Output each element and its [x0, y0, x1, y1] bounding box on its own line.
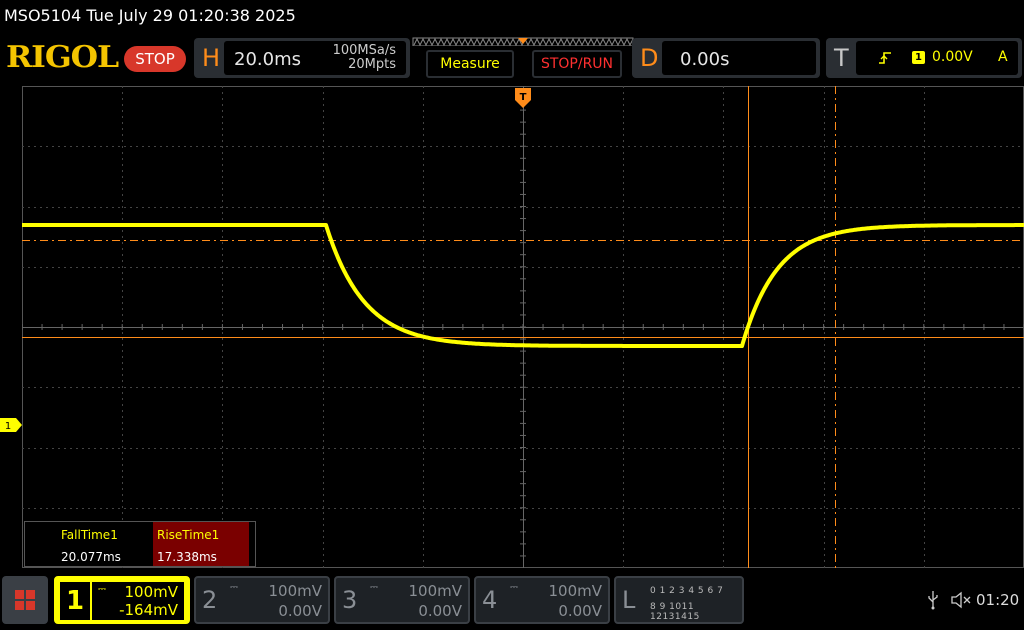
fall-time-label: FallTime1 — [61, 528, 118, 542]
rise-time-result: RiseTime1 17.338ms — [153, 522, 249, 566]
ch1-marker-label: 1 — [5, 421, 11, 432]
dc-coupling-icon: ⎓ — [370, 582, 378, 593]
delay-readout: 0.00s — [662, 41, 816, 75]
channel-4-number: 4 — [482, 586, 498, 614]
speaker-muted-icon[interactable] — [950, 590, 972, 610]
horizontal-label: H — [202, 44, 221, 72]
memory-position-strip — [412, 37, 634, 46]
logic-bits-row1: 0 1 2 3 4 5 6 7 — [650, 586, 724, 596]
status-bar: RIGOL STOP H 20.0ms 100MSa/s 20Mpts Meas… — [0, 36, 1024, 80]
channel-2-box[interactable]: 2 ⎓ 100mV 0.00V — [194, 576, 330, 624]
horizontal-panel[interactable]: H 20.0ms 100MSa/s 20Mpts — [194, 38, 410, 78]
clock: 01:20 — [976, 591, 1020, 609]
channel-1-box[interactable]: 1 ⎓ 100mV -164mV — [54, 576, 190, 624]
trigger-readout: 1 0.00V A — [856, 41, 1018, 75]
channel-4-scale: 100mV — [548, 582, 602, 600]
rising-edge-icon — [879, 52, 891, 64]
logic-bits-row2: 8 9 1011 12131415 — [650, 602, 700, 622]
timebase-value: 20.0ms — [234, 49, 301, 70]
channel-4-offset: 0.00V — [558, 602, 602, 620]
channel-1-offset: -164mV — [119, 601, 178, 619]
waveform-display[interactable] — [21, 85, 1024, 568]
trigger-level: 0.00V — [932, 49, 973, 65]
usb-icon — [928, 591, 938, 610]
measure-button[interactable]: Measure — [426, 50, 514, 78]
channel-4-box[interactable]: 4 ⎓ 100mV 0.00V — [474, 576, 610, 624]
sample-rate: 100MSa/s — [332, 43, 396, 58]
dc-coupling-icon: ⎓ — [510, 582, 518, 593]
rise-time-value: 17.338ms — [157, 550, 217, 564]
menu-button[interactable] — [2, 576, 48, 624]
channel-1-number: 1 — [60, 582, 90, 620]
logic-analyzer-box[interactable]: L 0 1 2 3 4 5 6 7 8 9 1011 12131415 — [614, 576, 744, 624]
trigger-mode: A — [998, 49, 1008, 65]
delay-panel[interactable]: D 0.00s — [632, 38, 820, 78]
trigger-label: T — [834, 44, 849, 72]
oscilloscope-screen: MSO5104 Tue July 29 01:20:38 2025 RIGOL … — [0, 0, 1024, 630]
channel-1-readout: ⎓ 100mV -164mV — [92, 582, 184, 620]
dc-coupling-icon: ⎓ — [230, 582, 238, 593]
svg-text:T: T — [520, 92, 527, 103]
channel-2-scale: 100mV — [268, 582, 322, 600]
trigger-channel-badge: 1 — [912, 51, 925, 64]
graticule — [21, 85, 1024, 568]
channel-1-scale: 100mV — [124, 583, 178, 601]
channel-3-number: 3 — [342, 586, 358, 614]
logic-label: L — [622, 586, 636, 614]
rigol-logo: RIGOL — [6, 40, 119, 75]
channel-2-number: 2 — [202, 586, 218, 614]
fall-time-result: FallTime1 20.077ms — [57, 522, 153, 566]
trigger-position-marker[interactable]: T — [515, 88, 531, 108]
fall-time-value: 20.077ms — [61, 550, 121, 564]
measurement-results[interactable]: FallTime1 20.077ms RiseTime1 17.338ms — [24, 521, 256, 567]
trigger-panel[interactable]: T 1 0.00V A — [826, 38, 1022, 78]
memory-depth: 20Mpts — [348, 57, 396, 72]
device-title: MSO5104 Tue July 29 01:20:38 2025 — [4, 6, 296, 25]
channel-3-scale: 100mV — [408, 582, 462, 600]
rise-time-label: RiseTime1 — [157, 528, 220, 542]
channel-3-box[interactable]: 3 ⎓ 100mV 0.00V — [334, 576, 470, 624]
grid-menu-icon — [15, 590, 35, 610]
bottom-bar: 1 ⎓ 100mV -164mV 2 ⎓ 100mV 0.00V 3 ⎓ 100… — [0, 572, 1024, 630]
delay-value: 0.00s — [680, 49, 730, 70]
stop-run-button[interactable]: STOP/RUN — [532, 50, 622, 78]
delay-label: D — [640, 44, 659, 72]
ch1-ground-marker[interactable]: 1 — [0, 418, 22, 432]
dc-coupling-icon: ⎓ — [98, 584, 106, 595]
run-state-badge[interactable]: STOP — [124, 46, 186, 72]
horizontal-readout: 20.0ms 100MSa/s 20Mpts — [224, 41, 406, 75]
channel-3-offset: 0.00V — [418, 602, 462, 620]
channel-2-offset: 0.00V — [278, 602, 322, 620]
